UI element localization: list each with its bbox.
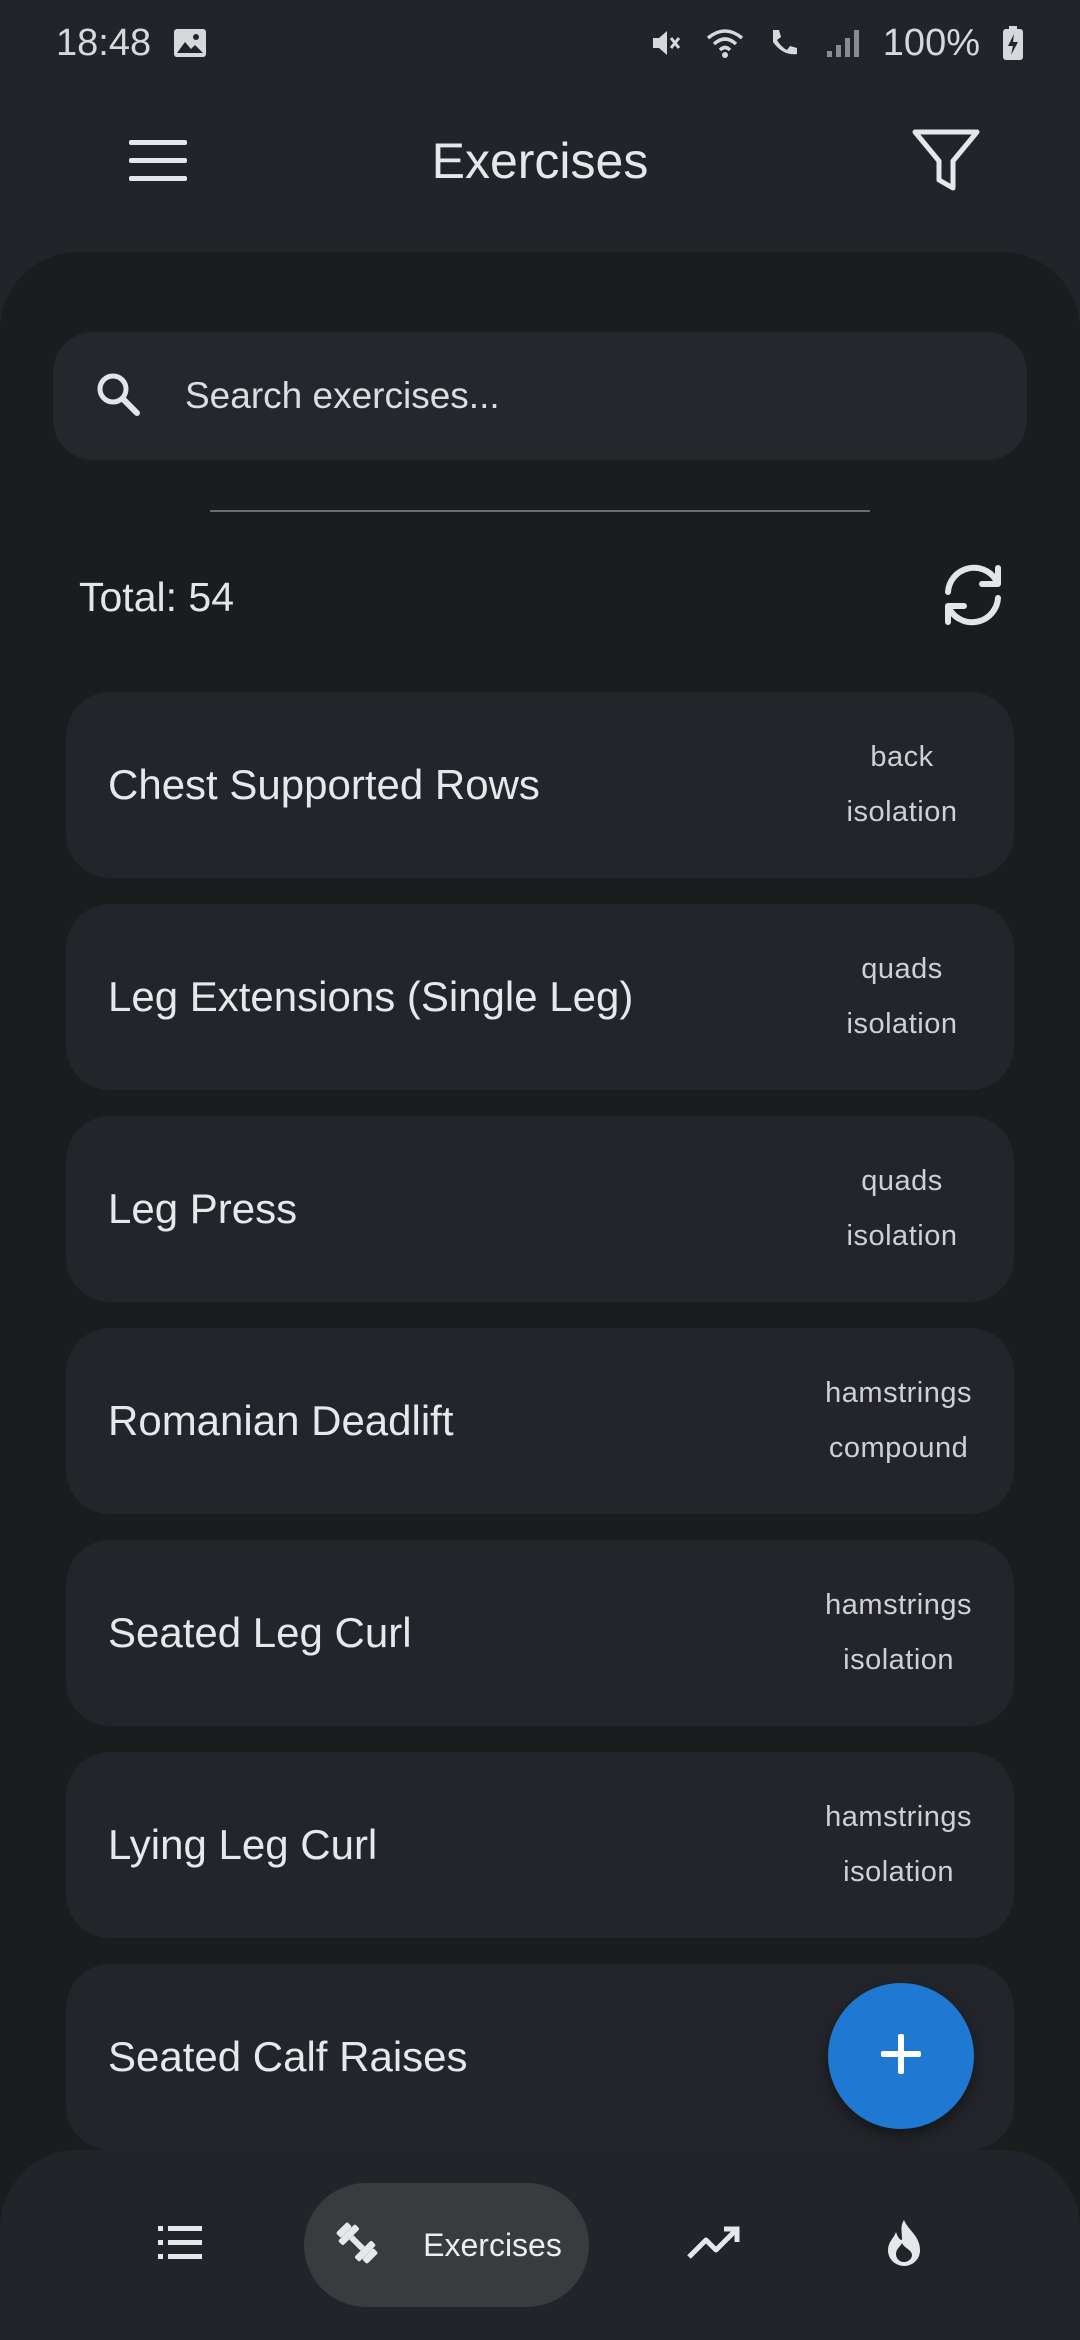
muscle-tag: quads [861,1165,943,1197]
wifi-call-icon [767,26,803,60]
status-bar: 18:48 100% [0,0,1080,86]
type-tag: isolation [846,796,958,828]
status-right: 100% [649,22,1024,65]
wifi-icon [705,26,745,60]
exercise-name: Leg Press [108,1185,298,1232]
exercise-name: Seated Leg Curl [108,1609,412,1656]
exercise-name: Chest Supported Rows [108,761,540,808]
flame-icon [884,2218,924,2273]
total-row: Total: 54 [0,552,1080,642]
muscle-tag: hamstrings [825,1589,972,1621]
exercise-card[interactable]: Leg Press quads isolation [66,1116,1014,1302]
hamburger-menu-icon[interactable] [118,121,198,201]
app-bar: Exercises [0,86,1080,236]
exercise-tags: hamstrings isolation [825,1589,972,1677]
filter-icon[interactable] [906,121,986,201]
search-input[interactable]: Search exercises... [53,332,1027,460]
nav-item-streak[interactable] [864,2183,944,2307]
gallery-icon [173,28,207,58]
type-tag: isolation [846,1008,958,1040]
exercise-tags: quads isolation [832,953,972,1041]
battery-charging-icon [1002,25,1024,61]
exercise-tags: quads isolation [832,1165,972,1253]
nav-item-workouts[interactable] [140,2183,220,2307]
exercise-tags: hamstrings isolation [825,1801,972,1889]
list-icon [156,2223,204,2268]
nav-item-exercises[interactable]: Exercises [304,2183,589,2307]
search-placeholder: Search exercises... [185,375,500,416]
exercise-tags: back isolation [832,741,972,829]
nav-item-label: Exercises [423,2226,562,2263]
search-icon [93,369,143,424]
exercise-list: Chest Supported Rows back isolation Leg … [66,692,1014,2176]
exercise-name: Romanian Deadlift [108,1397,454,1444]
exercise-card[interactable]: Leg Extensions (Single Leg) quads isolat… [66,904,1014,1090]
muscle-tag: hamstrings [825,1377,972,1409]
plus-icon [878,2031,924,2082]
refresh-icon[interactable] [936,562,1010,633]
exercise-card[interactable]: Lying Leg Curl hamstrings isolation [66,1752,1014,1938]
exercise-card[interactable]: Chest Supported Rows back isolation [66,692,1014,878]
app-screen: 18:48 100% Exercises Search exercises...… [0,0,1080,2340]
type-tag: isolation [846,1220,958,1252]
muscle-tag: quads [861,953,943,985]
exercise-card[interactable]: Seated Leg Curl hamstrings isolation [66,1540,1014,1726]
status-time: 18:48 [56,21,152,64]
add-exercise-button[interactable] [828,1983,974,2129]
type-tag: compound [828,1432,969,1464]
total-count: Total: 54 [79,573,234,620]
muscle-tag: back [870,741,934,773]
type-tag: isolation [843,1856,955,1888]
battery-percentage: 100% [882,21,980,64]
trending-up-icon [686,2223,742,2268]
exercise-name: Leg Extensions (Single Leg) [108,973,634,1020]
bottom-navigation: Exercises [0,2150,1080,2340]
exercise-name: Lying Leg Curl [108,1821,378,1868]
signal-icon [825,27,861,59]
mute-icon [649,26,683,60]
type-tag: isolation [843,1644,955,1676]
exercise-name: Seated Calf Raises [108,2033,468,2080]
exercise-tags: hamstrings compound [825,1377,972,1465]
status-left: 18:48 [56,22,207,65]
divider [210,510,870,512]
dumbbell-icon [331,2217,383,2274]
exercise-card[interactable]: Romanian Deadlift hamstrings compound [66,1328,1014,1514]
nav-item-progress[interactable] [674,2183,754,2307]
muscle-tag: hamstrings [825,1801,972,1833]
